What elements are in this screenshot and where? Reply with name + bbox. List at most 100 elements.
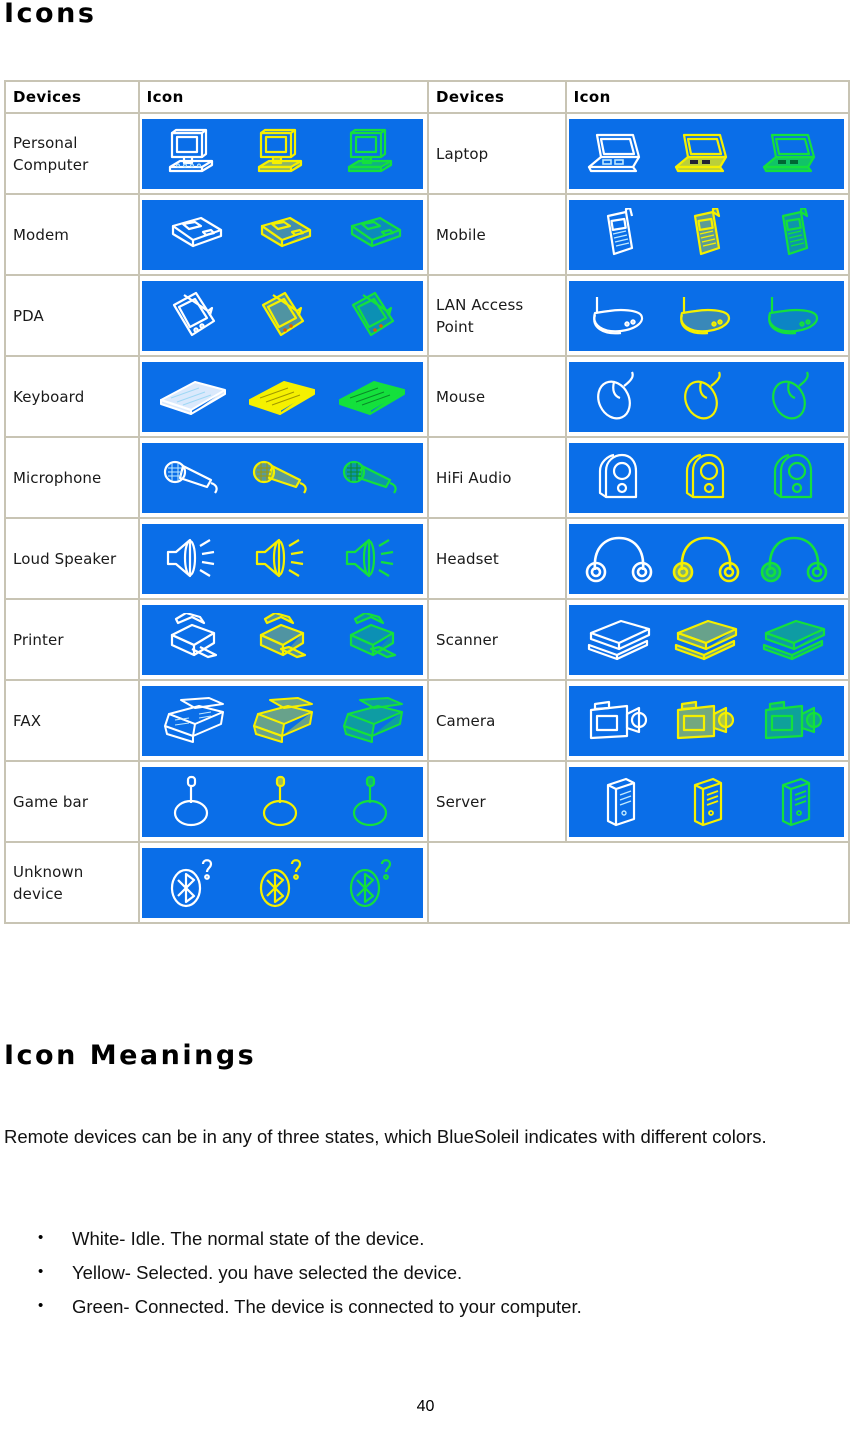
microphone-icon bbox=[163, 460, 218, 494]
device-icons-table: Devices Icon Devices Icon Personal Compu… bbox=[4, 80, 850, 924]
device-label: Loud Speaker bbox=[5, 518, 139, 599]
table-row: Loud Speaker Headset bbox=[5, 518, 849, 599]
device-label: Headset bbox=[427, 518, 566, 599]
icon-cell bbox=[138, 599, 428, 680]
headset-icon-strip bbox=[568, 523, 844, 594]
modem-icon-strip bbox=[141, 199, 423, 270]
state-color-list: White- Idle. The normal state of the dev… bbox=[0, 1221, 846, 1324]
game-bar-icon bbox=[352, 775, 388, 826]
hifi-audio-icon bbox=[598, 453, 637, 498]
mouse-icon bbox=[684, 371, 722, 419]
icon-cell bbox=[565, 680, 849, 761]
list-item: Green- Connected. The device is connecte… bbox=[0, 1289, 846, 1324]
icon-cell bbox=[138, 356, 428, 437]
mouse-icon-strip bbox=[568, 361, 844, 432]
icon-cell bbox=[138, 518, 428, 599]
pda-icon bbox=[351, 291, 395, 336]
device-label: LAN Access Point bbox=[427, 275, 566, 356]
modem-icon bbox=[261, 216, 312, 247]
table-row: Modem Mobile bbox=[5, 194, 849, 275]
loud-speaker-icon bbox=[166, 538, 214, 577]
headset-icon bbox=[672, 536, 740, 582]
unknown-device-icon bbox=[349, 858, 392, 907]
table-row: Microphone HiFi Audio bbox=[5, 437, 849, 518]
device-label: Scanner bbox=[427, 599, 566, 680]
desktop-computer-icon-strip bbox=[141, 118, 423, 189]
icon-cell bbox=[138, 437, 428, 518]
icon-cell bbox=[138, 194, 428, 275]
device-label: Game bar bbox=[5, 761, 139, 842]
column-header-devices-left: Devices bbox=[5, 81, 139, 113]
device-label: Mouse bbox=[427, 356, 566, 437]
device-label: Keyboard bbox=[5, 356, 139, 437]
pda-icon bbox=[262, 291, 305, 336]
column-header-devices-right: Devices bbox=[427, 81, 566, 113]
camera-icon bbox=[589, 700, 647, 739]
table-row: PDA LAN Access Point bbox=[5, 275, 849, 356]
microphone-icon-strip bbox=[141, 442, 423, 513]
pda-icon bbox=[172, 291, 215, 336]
desktop-computer-icon bbox=[347, 128, 393, 172]
list-item: White- Idle. The normal state of the dev… bbox=[0, 1221, 846, 1256]
table-row: Keyboard Mouse bbox=[5, 356, 849, 437]
table-header-row: Devices Icon Devices Icon bbox=[5, 81, 849, 113]
lan-access-point-icon bbox=[768, 296, 819, 334]
icon-cell bbox=[565, 518, 849, 599]
table-row: Personal Computer Laptop bbox=[5, 113, 849, 194]
unknown-device-icon bbox=[260, 858, 302, 907]
unknown-device-icon-strip bbox=[141, 847, 423, 918]
device-label: Microphone bbox=[5, 437, 139, 518]
lan-access-point-icon-strip bbox=[568, 280, 844, 351]
printer-icon bbox=[170, 612, 217, 658]
keyboard-icon bbox=[159, 380, 226, 415]
device-label: Personal Computer bbox=[5, 113, 139, 194]
column-header-icon-right: Icon bbox=[565, 81, 849, 113]
icon-cell bbox=[565, 356, 849, 437]
mouse-icon bbox=[772, 371, 809, 419]
scanner-icon bbox=[587, 619, 650, 660]
printer-icon bbox=[349, 612, 397, 658]
device-label: Modem bbox=[5, 194, 139, 275]
list-item: Yellow- Selected. you have selected the … bbox=[0, 1255, 846, 1290]
icon-cell bbox=[138, 113, 428, 194]
game-bar-icon-strip bbox=[141, 766, 423, 837]
page-number: 40 bbox=[416, 1398, 435, 1415]
server-icon bbox=[606, 777, 635, 826]
hifi-audio-icon bbox=[773, 453, 813, 498]
laptop-icon bbox=[587, 133, 640, 172]
fax-icon bbox=[343, 696, 404, 743]
fax-icon bbox=[253, 696, 314, 743]
headset-icon bbox=[585, 536, 652, 582]
lan-access-point-icon bbox=[592, 296, 643, 334]
icon-cell bbox=[565, 275, 849, 356]
device-label: Server bbox=[427, 761, 566, 842]
device-label: Camera bbox=[427, 680, 566, 761]
scanner-icon bbox=[675, 619, 738, 660]
page-title: Icons bbox=[4, 0, 97, 29]
loud-speaker-icon bbox=[256, 538, 304, 577]
printer-icon bbox=[260, 612, 307, 658]
mobile-phone-icon-strip bbox=[568, 199, 844, 270]
game-bar-icon bbox=[263, 775, 298, 826]
hifi-audio-icon-strip bbox=[568, 442, 844, 513]
device-label: Mobile bbox=[427, 194, 566, 275]
laptop-icon bbox=[762, 133, 816, 172]
loud-speaker-icon-strip bbox=[141, 523, 423, 594]
intro-paragraph: Remote devices can be in any of three st… bbox=[4, 1126, 767, 1147]
table-row: Unknown device bbox=[5, 842, 849, 923]
table-row: Printer Scanner bbox=[5, 599, 849, 680]
server-icon-strip bbox=[568, 766, 844, 837]
icon-cell bbox=[138, 275, 428, 356]
laptop-icon bbox=[675, 133, 728, 172]
device-label: PDA bbox=[5, 275, 139, 356]
server-icon bbox=[781, 777, 811, 826]
column-header-icon-left: Icon bbox=[138, 81, 428, 113]
icon-cell bbox=[138, 842, 428, 923]
microphone-icon bbox=[342, 460, 397, 494]
icon-cell bbox=[138, 680, 428, 761]
fax-icon-strip bbox=[141, 685, 423, 756]
laptop-icon-strip bbox=[568, 118, 844, 189]
mobile-phone-icon bbox=[606, 207, 633, 255]
device-label: Unknown device bbox=[5, 842, 139, 923]
game-bar-icon bbox=[173, 775, 208, 826]
